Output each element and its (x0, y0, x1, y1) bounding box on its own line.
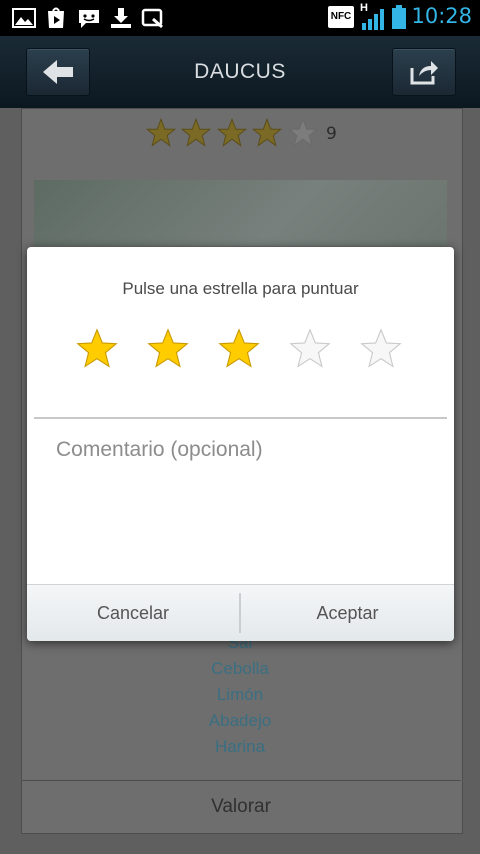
download-icon (111, 8, 131, 28)
gallery-icon (12, 8, 36, 28)
comment-placeholder: Comentario (opcional) (56, 438, 263, 461)
dialog-button-bar: Cancelar Aceptar (27, 584, 454, 641)
rating-star-icon (146, 118, 176, 147)
comment-field[interactable]: Comentario (opcional) (34, 417, 447, 585)
ingredient-item[interactable]: Abadejo (0, 708, 480, 734)
star-4-icon[interactable] (288, 327, 332, 371)
star-5-icon[interactable] (359, 327, 403, 371)
screenshot-icon (141, 8, 163, 29)
rating-star-icon (181, 118, 211, 147)
status-bar: NFC H 10:28 (0, 0, 480, 36)
star-1-icon[interactable] (75, 327, 119, 371)
dialog-title: Pulse una estrella para puntuar (122, 279, 359, 298)
cancel-button[interactable]: Cancelar (27, 585, 239, 641)
ingredient-item[interactable]: Cebolla (0, 656, 480, 682)
chat-icon (79, 10, 99, 28)
clock: 10:28 (411, 4, 472, 28)
play-store-icon (48, 7, 64, 28)
ingredient-item[interactable]: Harina (0, 734, 480, 760)
rating-star-icon (252, 118, 282, 147)
rating-star-icon (217, 118, 247, 147)
ingredient-list: Sal Cebolla Limón Abadejo Harina (0, 630, 480, 760)
rating-dialog: Pulse una estrella para puntuar Comentar… (27, 247, 454, 641)
battery-icon (392, 5, 406, 29)
rating-count: 9 (326, 124, 337, 144)
accept-button[interactable]: Aceptar (241, 585, 454, 641)
rating-star-icon (288, 118, 318, 147)
star-3-icon[interactable] (217, 327, 261, 371)
dialog-star-row (27, 327, 454, 371)
star-2-icon[interactable] (146, 327, 190, 371)
share-icon (410, 61, 438, 85)
signal-icon (362, 9, 384, 30)
action-bar: DAUCUS (0, 36, 480, 108)
ingredient-item[interactable]: Limón (0, 682, 480, 708)
valorar-button[interactable]: Valorar (21, 780, 461, 833)
nfc-icon: NFC (328, 6, 354, 28)
recipe-photo (34, 180, 447, 246)
share-button[interactable] (392, 48, 456, 96)
